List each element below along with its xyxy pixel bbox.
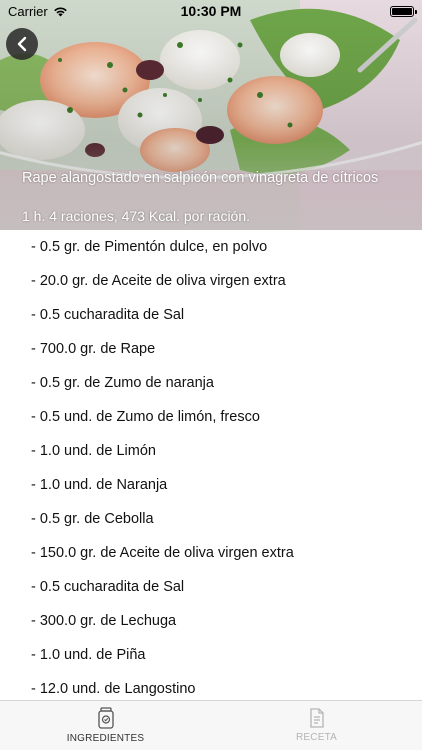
ingredient-list[interactable]: 0.5 gr. de Pimentón dulce, en polvo 20.0… (0, 230, 422, 700)
back-button[interactable] (6, 28, 38, 60)
battery-icon (390, 5, 417, 17)
tab-recipe[interactable]: RECETA (211, 701, 422, 750)
ingredient-item: 20.0 gr. de Aceite de oliva virgen extra (0, 264, 422, 298)
salad-photo (0, 0, 422, 230)
status-left: Carrier (8, 4, 68, 19)
ingredient-item: 0.5 gr. de Cebolla (0, 502, 422, 536)
ingredient-item: 1.0 und. de Limón (0, 434, 422, 468)
recipe-title: Rape alangostado en salpicón con vinagre… (22, 170, 379, 186)
ingredient-item: 150.0 gr. de Aceite de oliva virgen extr… (0, 536, 422, 570)
wifi-icon (53, 6, 67, 16)
recipe-document-icon (309, 708, 324, 728)
tab-recipe-label: RECETA (295, 732, 338, 743)
ingredient-item: 0.5 gr. de Pimentón dulce, en polvo (0, 230, 422, 264)
ingredient-item: 1.0 und. de Piña (0, 638, 422, 672)
tab-bar: INGREDIENTES RECETA (0, 700, 422, 750)
ingredient-item: 0.5 und. de Zumo de limón, fresco (0, 400, 422, 434)
carrier-label: Carrier (8, 3, 48, 19)
recipe-details: 1 h. 4 raciones, 473 Kcal. por ración. (22, 208, 251, 224)
ingredient-item: 700.0 gr. de Rape (0, 332, 422, 366)
ingredient-item: 300.0 gr. de Lechuga (0, 604, 422, 638)
status-bar: Carrier 10:30 PM (0, 0, 422, 22)
tab-ingredients-label: INGREDIENTES (66, 733, 145, 744)
recipe-hero-image (0, 0, 422, 230)
ingredients-jar-icon (97, 707, 114, 729)
ingredient-item: 1.0 und. de Naranja (0, 468, 422, 502)
tab-ingredients[interactable]: INGREDIENTES (0, 701, 211, 750)
chevron-left-icon (17, 36, 27, 52)
ingredient-item: 0.5 cucharadita de Sal (0, 298, 422, 332)
ingredient-item: 0.5 cucharadita de Sal (0, 570, 422, 604)
ingredient-item: 0.5 gr. de Zumo de naranja (0, 366, 422, 400)
ingredient-item: 12.0 und. de Langostino (0, 672, 422, 700)
